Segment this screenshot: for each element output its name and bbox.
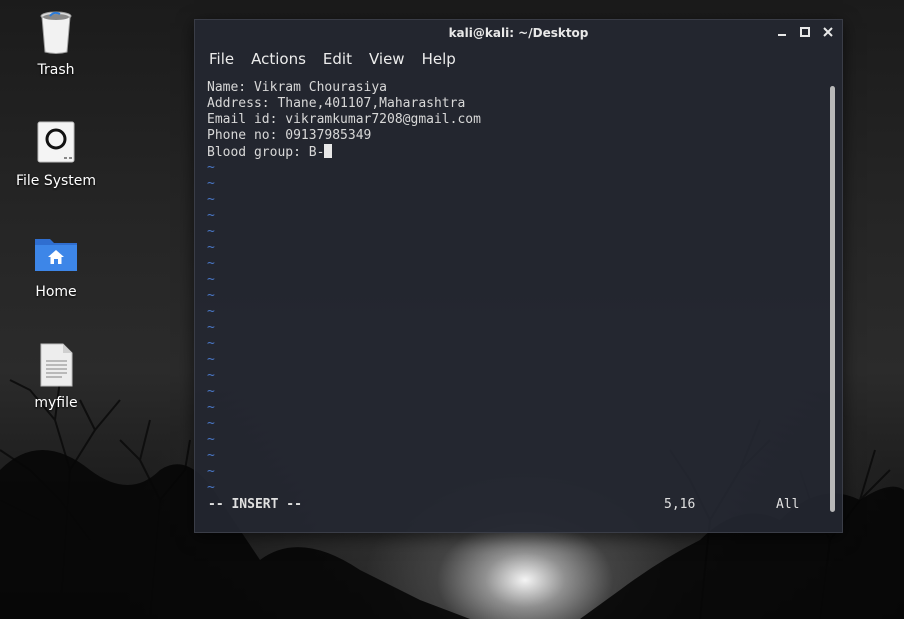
terminal-content[interactable]: Name: Vikram Chourasiya Address: Thane,4…: [207, 80, 817, 520]
tilde-marker: ~: [207, 352, 215, 367]
empty-line-markers: ~ ~ ~ ~ ~ ~ ~ ~ ~ ~ ~ ~ ~ ~ ~ ~ ~ ~ ~ ~ ~: [207, 160, 817, 496]
minimize-icon[interactable]: [775, 24, 788, 39]
tilde-marker: ~: [207, 256, 215, 271]
tilde-marker: ~: [207, 160, 215, 175]
tilde-marker: ~: [207, 448, 215, 463]
maximize-icon[interactable]: [798, 24, 811, 39]
desktop-icon-file-system[interactable]: File System: [1, 119, 111, 189]
menu-actions[interactable]: Actions: [251, 50, 315, 68]
editor-line: Email id: vikramkumar7208@gmail.com: [207, 112, 481, 127]
tilde-marker: ~: [207, 368, 215, 383]
desktop-icon-label: Trash: [37, 62, 75, 78]
tilde-marker: ~: [207, 224, 215, 239]
menu-edit[interactable]: Edit: [323, 50, 361, 68]
tilde-marker: ~: [207, 416, 215, 431]
window-controls: [775, 24, 834, 39]
editor-line: Phone no: 09137985349: [207, 128, 372, 143]
tilde-marker: ~: [207, 176, 215, 191]
desktop-icon-label: Home: [35, 284, 77, 300]
tilde-marker: ~: [207, 320, 215, 335]
menu-view[interactable]: View: [369, 50, 414, 68]
tilde-marker: ~: [207, 192, 215, 207]
desktop-icon-label: File System: [15, 173, 97, 189]
tilde-marker: ~: [207, 336, 215, 351]
tilde-marker: ~: [207, 464, 215, 479]
home-folder-icon: [35, 239, 77, 271]
desktop-icon-label: myfile: [34, 395, 78, 411]
window-titlebar[interactable]: kali@kali: ~/Desktop: [195, 20, 842, 45]
menu-file[interactable]: File: [209, 50, 243, 68]
tilde-marker: ~: [207, 288, 215, 303]
window-title: kali@kali: ~/Desktop: [448, 25, 589, 40]
editor-line: Address: Thane,401107,Maharashtra: [207, 96, 466, 111]
mode-indicator: -- INSERT --: [208, 497, 302, 512]
tilde-marker: ~: [207, 304, 215, 319]
editor-line-current: Blood group: B-: [207, 144, 817, 160]
editor-line: Name: Vikram Chourasiya: [207, 80, 388, 95]
cursor-position: 5,16: [664, 497, 696, 512]
desktop-icon-myfile[interactable]: myfile: [1, 341, 111, 411]
vim-statusbar: -- INSERT -- 5,16 All: [208, 497, 808, 513]
tilde-marker: ~: [207, 400, 215, 415]
text-cursor: [324, 144, 333, 158]
scrollbar[interactable]: [830, 86, 835, 512]
tilde-marker: ~: [207, 240, 215, 255]
scroll-indicator: All: [776, 497, 800, 512]
trash-icon: [40, 11, 72, 54]
desktop-icon-trash[interactable]: Trash: [1, 8, 111, 78]
menu-help[interactable]: Help: [422, 50, 465, 68]
menubar: File Actions Edit View Help: [195, 45, 842, 72]
tilde-marker: ~: [207, 208, 215, 223]
tilde-marker: ~: [207, 432, 215, 447]
terminal-window[interactable]: kali@kali: ~/Desktop File Actions Edit V…: [194, 19, 843, 533]
text-file-icon: [40, 343, 73, 387]
close-icon[interactable]: [821, 24, 834, 39]
editor-line-text: Blood group: B-: [207, 145, 325, 160]
drive-icon: [37, 121, 75, 163]
tilde-marker: ~: [207, 272, 215, 287]
tilde-marker: ~: [207, 480, 215, 495]
desktop-icon-home[interactable]: Home: [1, 230, 111, 300]
tilde-marker: ~: [207, 384, 215, 399]
